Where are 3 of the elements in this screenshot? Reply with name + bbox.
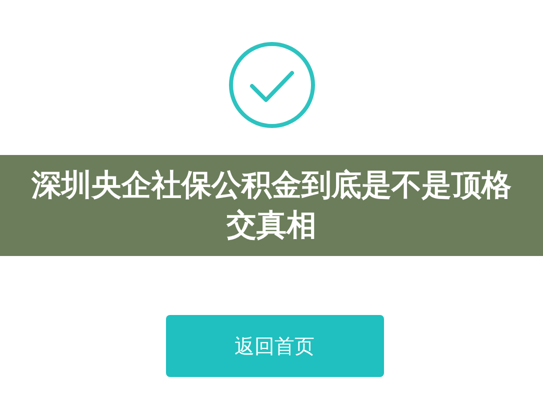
banner-title: 深圳央企社保公积金到底是不是顶格交真相 [32, 166, 512, 244]
checkmark-circle-icon [226, 40, 316, 130]
home-button[interactable]: 返回首页 [166, 315, 384, 377]
